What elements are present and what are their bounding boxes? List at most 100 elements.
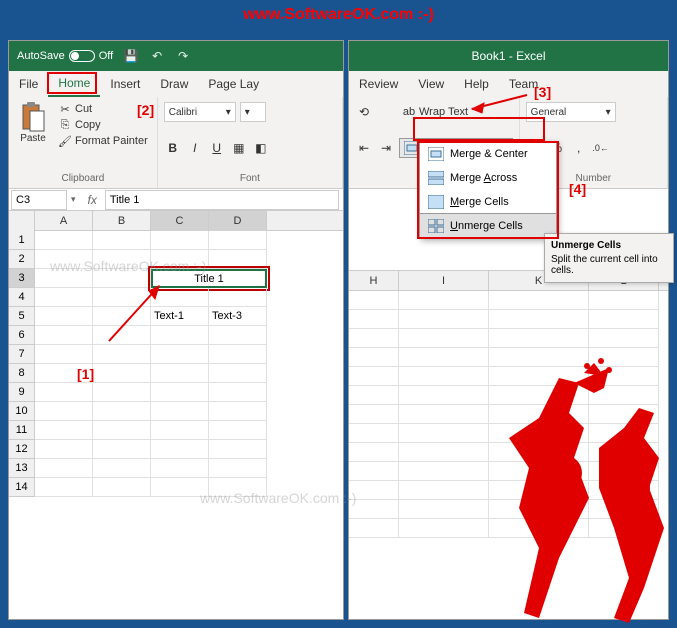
cell[interactable] (151, 459, 209, 478)
cell[interactable] (349, 386, 399, 405)
row-header[interactable]: 5 (9, 307, 35, 326)
cell[interactable] (399, 367, 489, 386)
cell[interactable] (349, 367, 399, 386)
indent-decrease-button[interactable]: ⇤ (355, 138, 373, 158)
col-header-c[interactable]: C (151, 211, 209, 231)
cell[interactable] (35, 440, 93, 459)
cell[interactable] (349, 519, 399, 538)
decrease-decimal-button[interactable]: .0← (592, 138, 610, 158)
cell[interactable] (151, 440, 209, 459)
cell[interactable] (349, 310, 399, 329)
cell-d5[interactable]: Text-3 (209, 307, 267, 326)
border-button[interactable]: ▦ (230, 138, 248, 158)
cell[interactable] (489, 424, 589, 443)
menu-file[interactable]: File (9, 71, 48, 97)
indent-increase-button[interactable]: ⇥ (377, 138, 395, 158)
cell[interactable] (151, 383, 209, 402)
cell[interactable] (489, 519, 589, 538)
cell[interactable] (349, 481, 399, 500)
menu-page-layout[interactable]: Page Lay (198, 71, 269, 97)
cell[interactable] (399, 481, 489, 500)
merge-cells-item[interactable]: Merge Cells (420, 190, 556, 214)
cell[interactable] (589, 329, 659, 348)
cell[interactable] (489, 462, 589, 481)
cell[interactable] (589, 310, 659, 329)
cell[interactable] (589, 405, 659, 424)
cell[interactable] (349, 462, 399, 481)
cell[interactable] (209, 364, 267, 383)
cell[interactable] (399, 519, 489, 538)
cell[interactable] (209, 402, 267, 421)
cell[interactable] (209, 440, 267, 459)
cell[interactable] (349, 443, 399, 462)
row-header[interactable]: 12 (9, 440, 35, 459)
cell[interactable] (35, 345, 93, 364)
cell[interactable] (399, 348, 489, 367)
cell[interactable] (209, 231, 267, 250)
cell[interactable] (399, 329, 489, 348)
cell[interactable] (399, 424, 489, 443)
cell[interactable] (399, 443, 489, 462)
menu-view[interactable]: View (408, 71, 454, 97)
cell[interactable] (489, 386, 589, 405)
col-header-a[interactable]: A (35, 211, 93, 231)
cell[interactable] (93, 459, 151, 478)
orientation-button[interactable]: ⟲ (355, 102, 373, 122)
col-header-b[interactable]: B (93, 211, 151, 231)
cell[interactable] (209, 421, 267, 440)
cell[interactable] (399, 291, 489, 310)
cell[interactable] (93, 383, 151, 402)
cell[interactable] (589, 500, 659, 519)
formula-bar[interactable]: Title 1 (105, 190, 339, 210)
cell[interactable] (93, 250, 151, 269)
cell[interactable] (489, 443, 589, 462)
cell[interactable] (209, 383, 267, 402)
number-format-select[interactable]: General▾ (526, 102, 616, 122)
cell[interactable] (35, 402, 93, 421)
cell[interactable] (209, 478, 267, 497)
cell[interactable] (399, 405, 489, 424)
font-size-select[interactable]: ▾ (240, 102, 266, 122)
wrap-text-button[interactable]: abWrap Text (399, 104, 471, 120)
cell[interactable] (349, 405, 399, 424)
name-box[interactable]: C3 (11, 190, 67, 210)
select-all-corner[interactable] (9, 211, 35, 231)
row-header[interactable]: 3 (9, 269, 35, 288)
save-icon[interactable]: 💾 (123, 48, 139, 64)
unmerge-cells-item[interactable]: Unmerge Cells (419, 213, 557, 239)
col-header-h[interactable]: H (349, 271, 399, 291)
cell[interactable] (489, 310, 589, 329)
cell[interactable] (35, 478, 93, 497)
row-header[interactable]: 13 (9, 459, 35, 478)
italic-button[interactable]: I (186, 138, 204, 158)
bold-button[interactable]: B (164, 138, 182, 158)
cell[interactable] (209, 326, 267, 345)
row-header[interactable]: 8 (9, 364, 35, 383)
cell[interactable] (93, 402, 151, 421)
cell[interactable] (399, 500, 489, 519)
cell[interactable] (489, 348, 589, 367)
cell[interactable] (151, 364, 209, 383)
cell[interactable] (35, 250, 93, 269)
cell[interactable] (589, 481, 659, 500)
cell[interactable] (489, 329, 589, 348)
cell[interactable] (589, 424, 659, 443)
row-header[interactable]: 11 (9, 421, 35, 440)
comma-button[interactable]: , (570, 138, 588, 158)
cell[interactable] (35, 288, 93, 307)
cell[interactable] (589, 519, 659, 538)
paste-button[interactable]: Paste (15, 101, 51, 149)
autosave-switch-icon[interactable] (69, 50, 95, 62)
menu-review[interactable]: Review (349, 71, 408, 97)
cell[interactable] (589, 386, 659, 405)
cell[interactable] (209, 459, 267, 478)
cell[interactable] (209, 288, 267, 307)
cell[interactable] (93, 364, 151, 383)
cell[interactable] (489, 367, 589, 386)
cell[interactable] (151, 478, 209, 497)
cell[interactable] (35, 383, 93, 402)
cell[interactable] (93, 231, 151, 250)
cell[interactable] (349, 348, 399, 367)
dropdown-icon[interactable]: ▾ (71, 194, 76, 205)
cell[interactable] (35, 459, 93, 478)
